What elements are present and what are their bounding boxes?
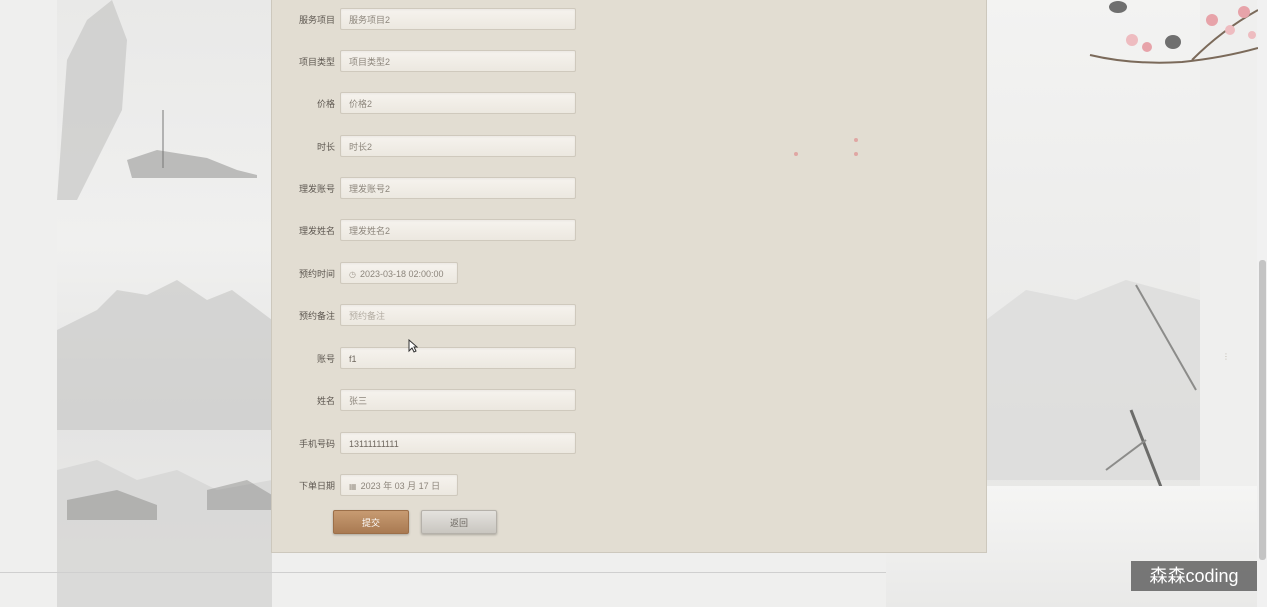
plum-blossom-birds-icon (1072, 0, 1259, 80)
field-service-item: 服务项目 服务项目2 (272, 8, 592, 32)
scrollbar-thumb[interactable] (1259, 260, 1266, 560)
duration-input[interactable]: 时长2 (340, 135, 576, 157)
field-project-type: 项目类型 项目类型2 (272, 50, 592, 74)
field-account: 账号 f1 (272, 347, 592, 371)
field-label: 姓名 (316, 396, 335, 406)
field-label: 价格 (316, 99, 335, 109)
field-appointment-note: 预约备注 预约备注 (272, 304, 592, 328)
appointment-time-picker[interactable]: ◷ 2023-03-18 02:00:00 (340, 262, 458, 284)
field-label: 理发账号 (298, 184, 335, 194)
field-label: 项目类型 (298, 57, 335, 67)
field-label: 服务项目 (298, 15, 335, 25)
project-type-input[interactable]: 项目类型2 (340, 50, 576, 72)
order-date-value: 2023 年 03 月 17 日 (360, 481, 441, 491)
watermark-label: 森森coding (1131, 561, 1257, 591)
field-label: 理发姓名 (298, 226, 335, 236)
decorative-mark-icon: ⋮ (1222, 352, 1230, 361)
petal-icon (794, 152, 798, 156)
field-appointment-time: 预约时间 ◷ 2023-03-18 02:00:00 (272, 262, 592, 286)
footer-divider (0, 572, 886, 573)
form-panel: 服务项目 服务项目2 项目类型 项目类型2 价格 价格2 时长 时长2 理发账号… (271, 0, 1259, 553)
field-label: 预约时间 (298, 269, 335, 279)
appointment-time-value: 2023-03-18 02:00:00 (359, 269, 444, 279)
field-label: 预约备注 (298, 311, 335, 321)
field-label: 账号 (316, 354, 335, 364)
submit-button[interactable]: 提交 (333, 510, 409, 534)
mouse-cursor-icon (408, 338, 419, 358)
field-label: 下单日期 (298, 481, 335, 491)
field-name: 姓名 张三 (272, 389, 592, 413)
clock-icon: ◷ (349, 270, 356, 279)
service-item-input[interactable]: 服务项目2 (340, 8, 576, 30)
field-duration: 时长 时长2 (272, 135, 592, 159)
barber-account-input[interactable]: 理发账号2 (340, 177, 576, 199)
field-label: 时长 (316, 142, 335, 152)
field-barber-name: 理发姓名 理发姓名2 (272, 219, 592, 243)
phone-input[interactable]: 13111111111 (340, 432, 576, 454)
petal-icon (854, 152, 858, 156)
ink-landscape-left (57, 0, 272, 607)
back-button[interactable]: 返回 (421, 510, 497, 534)
field-barber-account: 理发账号 理发账号2 (272, 177, 592, 201)
barber-name-input[interactable]: 理发姓名2 (340, 219, 576, 241)
name-input[interactable]: 张三 (340, 389, 576, 411)
petal-icon (854, 138, 858, 142)
field-price: 价格 价格2 (272, 92, 592, 116)
field-label: 手机号码 (298, 439, 335, 449)
field-order-date: 下单日期 ▦ 2023 年 03 月 17 日 (272, 474, 592, 498)
calendar-icon: ▦ (349, 482, 357, 491)
order-date-picker[interactable]: ▦ 2023 年 03 月 17 日 (340, 474, 458, 496)
field-phone: 手机号码 13111111111 (272, 432, 592, 456)
account-input[interactable]: f1 (340, 347, 576, 369)
price-input[interactable]: 价格2 (340, 92, 576, 114)
appointment-note-input[interactable]: 预约备注 (340, 304, 576, 326)
